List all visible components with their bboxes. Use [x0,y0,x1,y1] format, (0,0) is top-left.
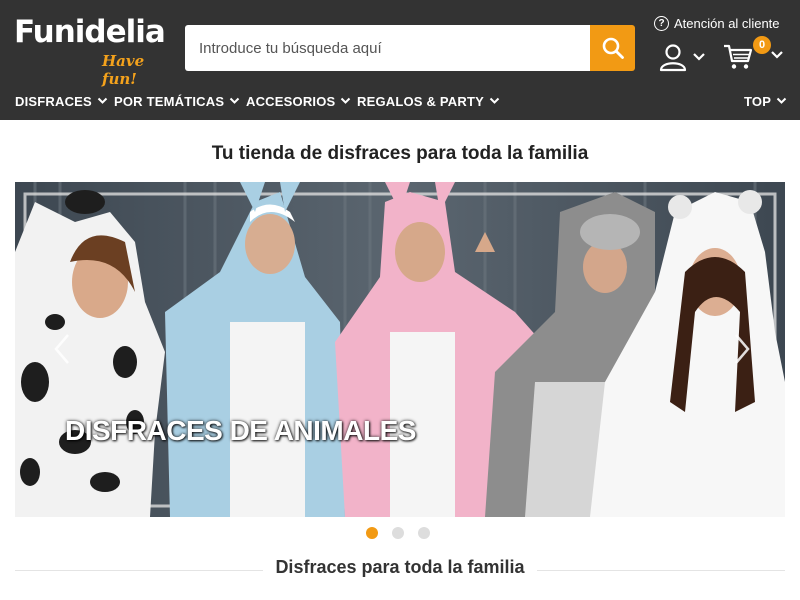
section-header: Disfraces para toda la familia [15,557,785,583]
site-header: Funidelia Have fun! ? Atención al client… [0,0,800,120]
user-icon [659,44,687,72]
cart-button[interactable]: 0 [722,36,788,72]
site-logo[interactable]: Funidelia Have fun! [14,14,166,88]
section-title: Disfraces para toda la familia [263,557,537,577]
search-button[interactable] [590,25,635,71]
nav-item-por-tematicas[interactable]: POR TEMÁTICAS [114,91,240,111]
nav-item-label: POR TEMÁTICAS [114,93,225,109]
chevron-down-icon [693,53,705,61]
nav-item-disfraces[interactable]: DISFRACES [15,91,108,111]
carousel-dot[interactable] [418,527,430,539]
chevron-down-icon [776,97,787,104]
chevron-right-icon [735,334,750,364]
help-link[interactable]: ? Atención al cliente [654,14,780,32]
cart-count-badge: 0 [753,36,771,54]
main-nav: DISFRACES POR TEMÁTICAS ACCESORIOS REGAL… [0,86,800,114]
help-icon: ? [654,15,669,31]
search-input[interactable] [185,25,591,71]
nav-item-accesorios[interactable]: ACCESORIOS [246,91,351,111]
chevron-down-icon [771,51,783,59]
page-title: Tu tienda de disfraces para toda la fami… [211,143,589,164]
account-menu[interactable] [658,42,710,72]
banner-image [15,182,785,517]
chevron-down-icon [97,97,108,104]
logo-tagline: Have fun! [102,52,145,88]
nav-item-label: REGALOS & PARTY [357,93,484,109]
search-icon [602,37,624,59]
nav-item-label: DISFRACES [15,93,92,109]
nav-item-label: ACCESORIOS [246,93,336,109]
help-label: Atención al cliente [674,15,780,31]
nav-item-regalos-party[interactable]: REGALOS & PARTY [357,91,500,111]
chevron-left-icon [54,334,69,364]
nav-item-top[interactable]: TOP [744,91,787,111]
cart-icon [724,44,753,69]
nav-item-label: TOP [744,93,772,109]
hero-banner[interactable]: DISFRACES DE ANIMALES [15,182,785,517]
carousel-prev-button[interactable] [47,329,77,369]
carousel-dot[interactable] [366,527,378,539]
search-box [185,25,591,71]
banner-caption: DISFRACES DE ANIMALES [65,415,416,446]
logo-text: Funidelia [14,14,166,50]
chevron-down-icon [489,97,500,104]
carousel-dots [366,527,432,539]
chevron-down-icon [230,97,240,104]
chevron-down-icon [341,97,351,104]
carousel-next-button[interactable] [727,329,757,369]
carousel-dot[interactable] [392,527,404,539]
